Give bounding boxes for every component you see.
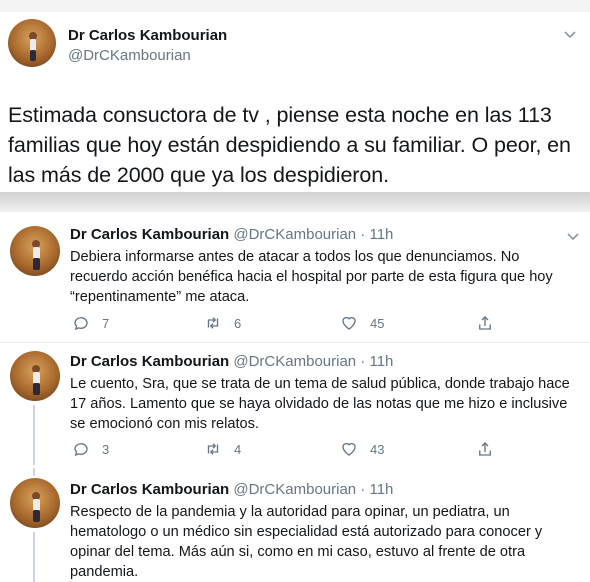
- like-count: 45: [370, 315, 385, 331]
- reply-tweet[interactable]: Dr Carlos Kambourian @DrCKambourian · 11…: [0, 343, 590, 468]
- author-handle-time[interactable]: @DrCKambourian · 11h: [233, 481, 393, 498]
- share-button[interactable]: [476, 440, 506, 458]
- reply-count: 7: [102, 315, 110, 331]
- author-handle-time[interactable]: @DrCKambourian · 11h: [233, 353, 393, 370]
- reply-count: 3: [102, 441, 110, 457]
- author-line: Dr Carlos Kambourian @DrCKambourian · 11…: [70, 481, 393, 498]
- reply-button[interactable]: 7: [72, 314, 109, 332]
- tweet-text: Respecto de la pandemia y la autoridad p…: [70, 504, 543, 580]
- avatar[interactable]: [10, 351, 60, 401]
- thread-line: [33, 532, 35, 582]
- avatar[interactable]: [8, 19, 56, 67]
- section-divider: [0, 192, 590, 212]
- share-button[interactable]: [476, 314, 506, 332]
- share-icon: [479, 442, 491, 456]
- retweet-button[interactable]: 4: [204, 440, 241, 458]
- tweet-text: Estimada consuctora de tv , piense esta …: [8, 103, 571, 187]
- author-handle[interactable]: @DrCKambourian: [68, 47, 191, 64]
- thread-line: [33, 405, 35, 465]
- heart-icon: [342, 316, 356, 330]
- author-line: Dr Carlos Kambourian @DrCKambourian · 11…: [70, 226, 393, 243]
- retweet-button[interactable]: 6: [204, 314, 241, 332]
- avatar[interactable]: [10, 226, 60, 276]
- retweet-icon: [207, 317, 219, 329]
- thread-line: [33, 468, 35, 476]
- chevron-down-icon[interactable]: [562, 26, 578, 42]
- like-count: 43: [370, 441, 385, 457]
- reply-tweet[interactable]: Dr Carlos Kambourian @DrCKambourian · 11…: [0, 212, 590, 342]
- chevron-down-icon[interactable]: [565, 228, 581, 244]
- share-icon: [479, 316, 491, 330]
- tweet-text: Debiera informarse antes de atacar a tod…: [70, 249, 553, 305]
- tweet-text: Le cuento, Sra, que se trata de un tema …: [70, 376, 570, 432]
- like-button[interactable]: 43: [340, 440, 384, 458]
- retweet-count: 6: [234, 315, 242, 331]
- avatar[interactable]: [10, 478, 60, 528]
- heart-icon: [342, 442, 356, 456]
- main-tweet: Dr Carlos Kambourian @DrCKambourian Esti…: [0, 12, 590, 192]
- retweet-icon: [207, 443, 219, 455]
- author-name[interactable]: Dr Carlos Kambourian: [70, 226, 229, 243]
- author-name[interactable]: Dr Carlos Kambourian: [70, 481, 229, 498]
- reply-tweet[interactable]: Dr Carlos Kambourian @DrCKambourian · 11…: [0, 468, 590, 582]
- author-name[interactable]: Dr Carlos Kambourian: [70, 353, 229, 370]
- author-handle-time[interactable]: @DrCKambourian · 11h: [233, 226, 393, 243]
- top-band: [0, 0, 590, 12]
- like-button[interactable]: 45: [340, 314, 384, 332]
- retweet-count: 4: [234, 441, 242, 457]
- reply-icon: [74, 317, 88, 331]
- author-name[interactable]: Dr Carlos Kambourian: [68, 27, 227, 44]
- author-line: Dr Carlos Kambourian @DrCKambourian · 11…: [70, 353, 393, 370]
- reply-button[interactable]: 3: [72, 440, 109, 458]
- reply-icon: [74, 443, 88, 457]
